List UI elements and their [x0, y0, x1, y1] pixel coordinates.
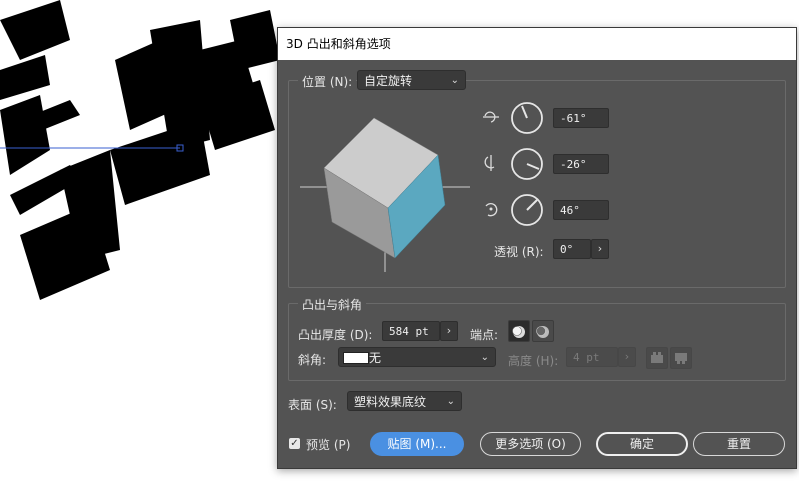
surface-select[interactable]: 塑料效果底纹 ⌄ — [347, 391, 462, 411]
surface-value: 塑料效果底纹 — [354, 395, 427, 409]
bevel-height-input: 4 pt — [566, 347, 618, 367]
bevel-value: 无 — [369, 351, 382, 365]
extrude-depth-label: 凸出厚度 (D): — [298, 328, 373, 342]
rotate-z-input[interactable]: 46° — [553, 200, 609, 220]
extrude-depth-stepper[interactable]: › — [440, 321, 458, 341]
bevel-select[interactable]: 无 ⌄ — [338, 347, 496, 367]
bevel-swatch — [343, 352, 369, 364]
art-shape — [0, 0, 70, 60]
position-preset-value: 自定旋转 — [364, 74, 413, 88]
extrude-group-title: 凸出与斜角 — [298, 296, 367, 313]
reset-button[interactable]: 重置 — [693, 432, 785, 456]
map-art-button[interactable]: 贴图 (M)... — [370, 432, 464, 456]
cap-off-icon[interactable] — [532, 320, 554, 342]
rotation-cube-preview[interactable] — [300, 110, 472, 275]
more-options-button[interactable]: 更多选项 (O) — [480, 432, 581, 456]
rotate-y-icon — [484, 155, 495, 171]
bevel-out-icon — [646, 347, 668, 369]
bevel-height-stepper: › — [618, 347, 636, 367]
ok-button[interactable]: 确定 — [596, 432, 688, 456]
position-label: 位置 (N): — [298, 73, 357, 90]
perspective-input[interactable]: 0° — [553, 239, 591, 259]
rotate-x-dial[interactable] — [510, 101, 544, 135]
rotate-y-input[interactable]: -26° — [553, 154, 609, 174]
chevron-down-icon: ⌄ — [450, 75, 459, 86]
rotate-x-icon — [483, 111, 499, 123]
preview-label: 预览 (P) — [306, 438, 351, 452]
rotate-y-dial[interactable] — [510, 147, 544, 181]
chevron-down-icon: ⌄ — [446, 396, 455, 407]
rotate-z-dial[interactable] — [510, 193, 544, 227]
rotate-z-icon — [485, 203, 498, 217]
rotate-x-input[interactable]: -61° — [553, 108, 609, 128]
cap-label: 端点: — [470, 328, 499, 342]
art-shape — [0, 55, 50, 100]
extrude-bevel-dialog: 3D 凸出和斜角选项 位置 (N): 自定旋转 ⌄ -61° -26° 46° … — [277, 27, 797, 469]
bevel-height-label: 高度 (H): — [508, 354, 559, 368]
dialog-title: 3D 凸出和斜角选项 — [278, 28, 796, 60]
perspective-stepper[interactable]: › — [591, 239, 609, 259]
perspective-label: 透视 (R): — [494, 245, 544, 259]
chevron-down-icon: ⌄ — [480, 352, 489, 363]
art-shape — [110, 120, 210, 205]
bevel-label: 斜角: — [298, 353, 327, 367]
extrude-depth-input[interactable]: 584 pt — [382, 321, 440, 341]
surface-label: 表面 (S): — [288, 398, 337, 412]
bevel-in-icon — [670, 347, 692, 369]
art-shape — [0, 95, 50, 175]
position-preset-select[interactable]: 自定旋转 ⌄ — [357, 70, 466, 90]
canvas-artwork — [0, 0, 280, 300]
cap-on-icon[interactable] — [508, 320, 530, 342]
preview-checkbox[interactable]: ✓ — [289, 438, 300, 449]
